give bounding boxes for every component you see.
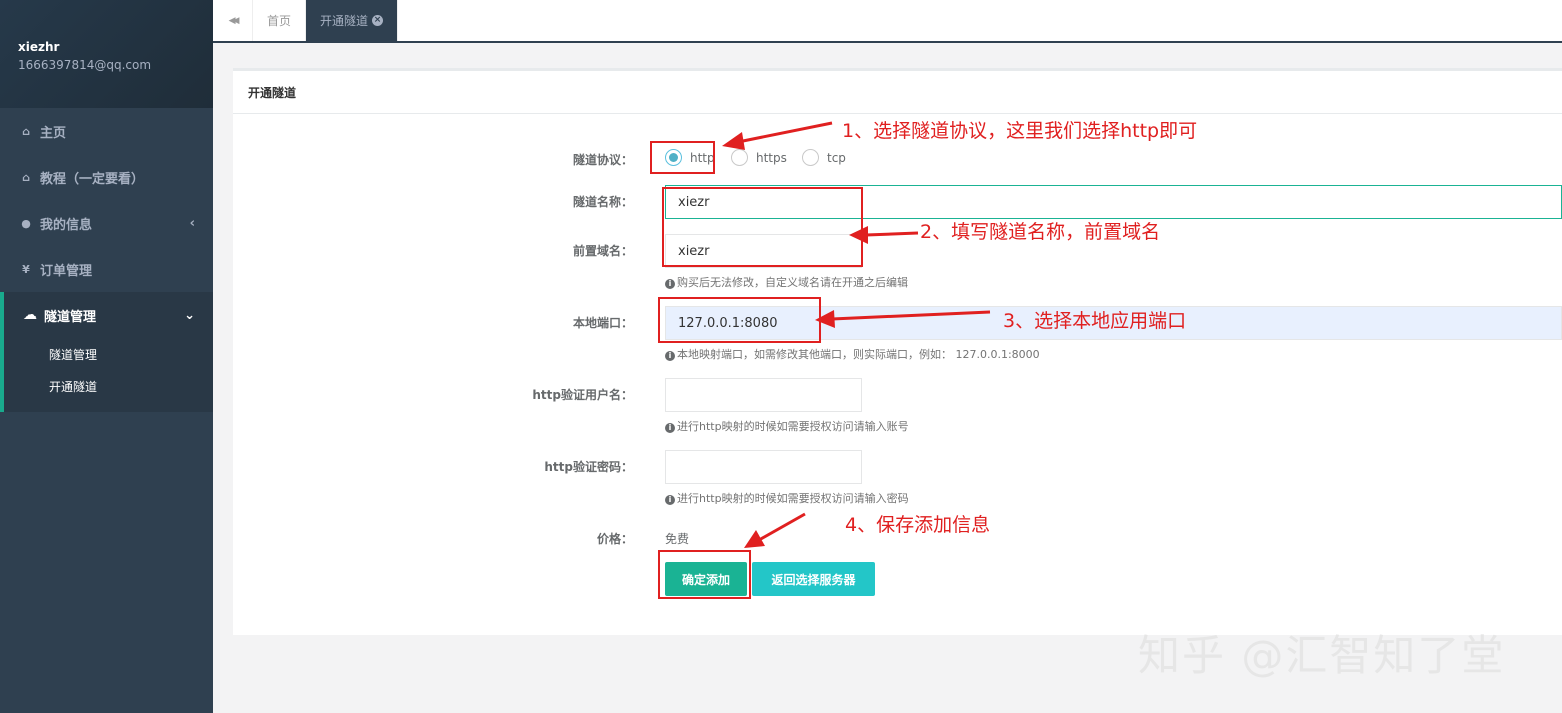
- watermark: 知乎 @汇智知了堂: [1138, 622, 1505, 683]
- annotation-step2: 2、填写隧道名称，前置域名: [920, 217, 1160, 244]
- annotation-arrows: [0, 0, 1562, 713]
- annotation-step4: 4、保存添加信息: [845, 510, 990, 537]
- annotation-step1: 1、选择隧道协议，这里我们选择http即可: [842, 116, 1197, 143]
- annotation-step3: 3、选择本地应用端口: [1003, 306, 1186, 333]
